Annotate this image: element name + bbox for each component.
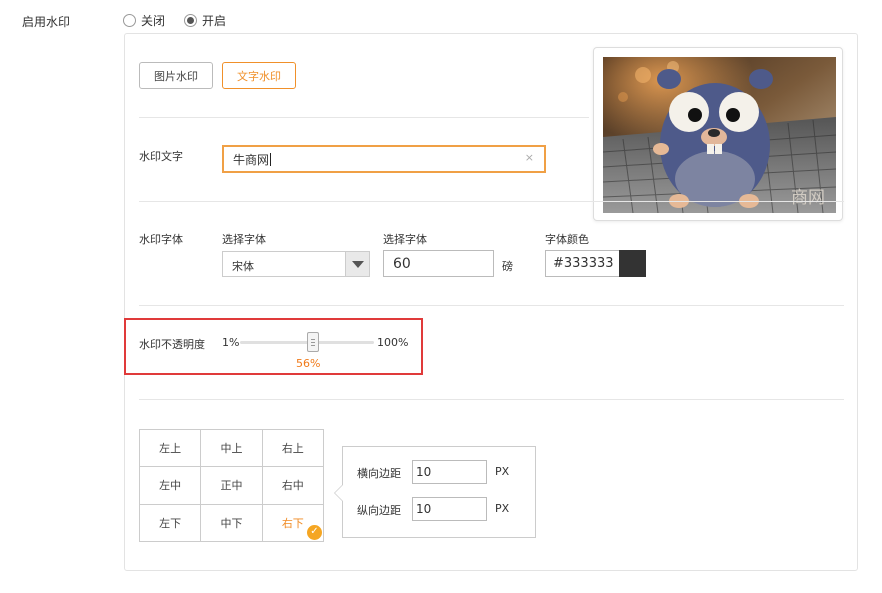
font-color-input[interactable]: #333333	[545, 250, 620, 277]
position-middle-right[interactable]: 右中	[262, 467, 324, 505]
horizontal-margin-value: 10	[416, 465, 432, 479]
preview-image: 商网	[603, 57, 836, 213]
watermark-font-label: 水印字体	[139, 233, 183, 246]
divider-1	[139, 117, 589, 118]
radio-off-circle[interactable]	[123, 14, 136, 27]
divider-4	[139, 399, 844, 400]
radio-on-label: 开启	[202, 14, 227, 28]
vertical-margin-label: 纵向边距	[357, 504, 401, 517]
position-bottom-left[interactable]: 左下	[140, 504, 202, 542]
vertical-margin-input[interactable]: 10	[412, 497, 487, 521]
position-grid: 左上 中上 右上 左中 正中 右中 左下 中下 右下 ✓	[139, 429, 324, 542]
watermark-text-input[interactable]: 牛商网 ×	[222, 145, 546, 173]
font-color-title: 字体颜色	[545, 233, 589, 246]
radio-on-circle[interactable]	[184, 14, 197, 27]
vertical-margin-unit: PX	[495, 502, 510, 515]
divider-2	[139, 201, 844, 202]
radio-off[interactable]: 关闭	[123, 12, 165, 29]
position-bottom-right-label: 右下	[281, 516, 304, 530]
font-color-swatch[interactable]	[619, 250, 646, 277]
position-bottom-right[interactable]: 右下 ✓	[262, 504, 324, 542]
margin-settings-popover: 横向边距 10 PX 纵向边距 10 PX	[334, 446, 536, 538]
opacity-slider-thumb[interactable]	[307, 332, 319, 352]
opacity-value: 56%	[296, 357, 321, 370]
clear-icon[interactable]: ×	[525, 151, 534, 164]
tab-image-watermark[interactable]: 图片水印	[139, 62, 213, 89]
position-top-right[interactable]: 右上	[262, 430, 324, 468]
font-color-value: #333333	[553, 256, 614, 271]
font-select-title: 选择字体	[222, 233, 266, 246]
watermark-text-value: 牛商网	[233, 152, 270, 167]
position-center[interactable]: 正中	[201, 467, 263, 505]
font-size-title: 选择字体	[383, 233, 427, 246]
horizontal-margin-label: 横向边距	[357, 467, 401, 480]
text-caret	[270, 152, 272, 166]
font-size-value: 60	[393, 255, 411, 272]
font-select[interactable]: 宋体	[222, 251, 370, 277]
opacity-label: 水印不透明度	[139, 338, 205, 351]
watermark-text-label: 水印文字	[139, 150, 183, 163]
font-size-input[interactable]: 60	[383, 250, 494, 277]
position-middle-left[interactable]: 左中	[140, 467, 202, 505]
opacity-max-label: 100%	[377, 336, 409, 349]
font-size-unit: 磅	[502, 260, 513, 273]
position-bottom-center[interactable]: 中下	[201, 504, 263, 542]
divider-3	[139, 305, 844, 306]
position-top-left[interactable]: 左上	[140, 430, 202, 468]
tab-text-watermark[interactable]: 文字水印	[222, 62, 296, 89]
radio-on[interactable]: 开启	[184, 12, 226, 29]
font-select-value: 宋体	[232, 260, 254, 273]
enable-watermark-label: 启用水印	[22, 15, 71, 29]
horizontal-margin-input[interactable]: 10	[412, 460, 487, 484]
vertical-margin-value: 10	[416, 502, 432, 516]
opacity-min-label: 1%	[222, 336, 240, 349]
check-icon: ✓	[306, 524, 322, 540]
horizontal-margin-unit: PX	[495, 465, 510, 478]
svg-text:商网: 商网	[791, 188, 825, 208]
position-top-center[interactable]: 中上	[201, 430, 263, 468]
radio-off-label: 关闭	[141, 14, 166, 28]
watermark-preview: 商网	[593, 47, 843, 221]
chevron-down-icon[interactable]	[345, 252, 369, 276]
